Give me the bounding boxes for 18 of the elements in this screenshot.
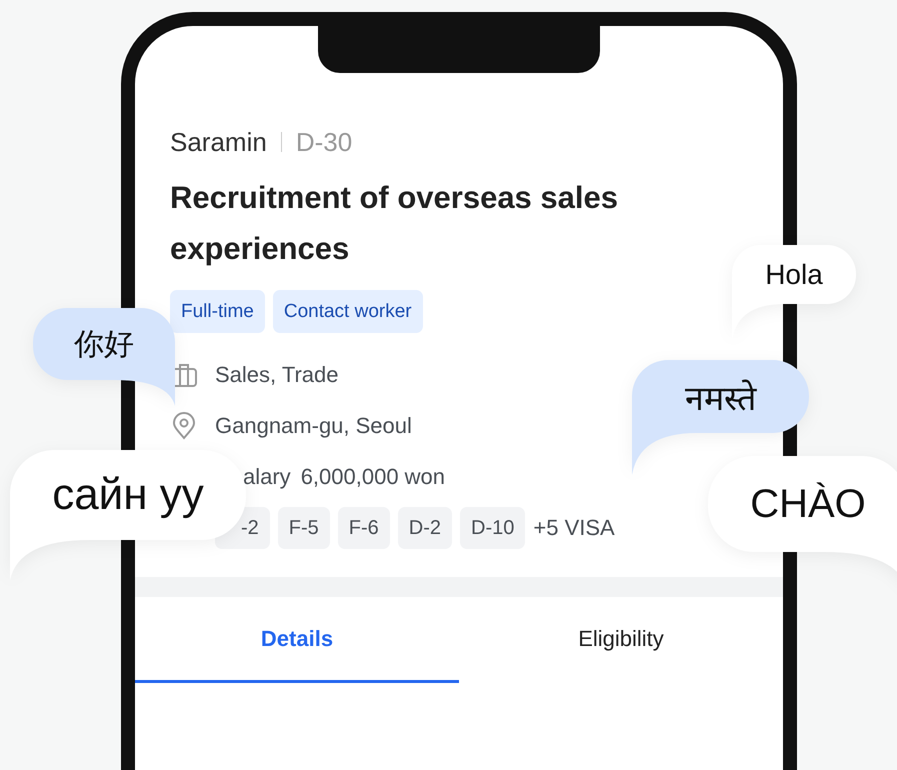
- job-title: Recruitment of overseas sales experiences: [170, 179, 619, 268]
- visa-more-text: +5 VISA: [533, 514, 615, 540]
- job-tag: Full-time: [170, 290, 265, 333]
- visa-chip: F-6: [338, 506, 390, 548]
- visa-chip: F-5: [278, 506, 330, 548]
- detail-label: alary: [243, 464, 291, 490]
- detail-text: Gangnam-gu, Seoul: [215, 412, 412, 438]
- visa-chip: D-10: [460, 506, 526, 548]
- job-tag: Contact worker: [272, 290, 423, 333]
- visa-chip: D-2: [398, 506, 452, 548]
- greeting-text: 你好: [74, 326, 134, 362]
- deadline-text: D-30: [296, 126, 352, 158]
- greeting-text: नमस्ते: [685, 378, 756, 420]
- detail-text: 6,000,000 won: [300, 464, 446, 490]
- location-pin-icon: [170, 412, 198, 440]
- greeting-text: сайн уу: [52, 470, 204, 520]
- company-name: Saramin: [170, 126, 267, 158]
- detail-text: Sales, Trade: [215, 362, 339, 388]
